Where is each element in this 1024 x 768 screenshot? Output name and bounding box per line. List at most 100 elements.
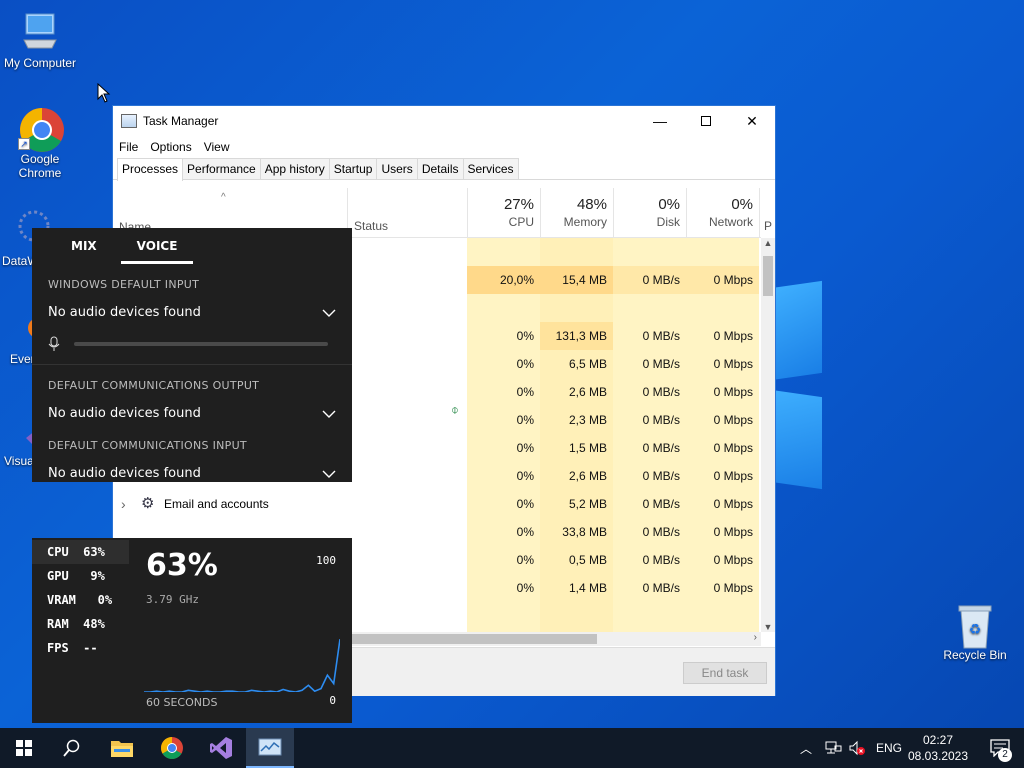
gear-icon: ⚙ <box>141 495 155 512</box>
cell-cpu: 0% <box>516 357 534 371</box>
chrome-icon: ↗ <box>18 106 64 152</box>
end-task-button[interactable]: End task <box>683 662 767 684</box>
desktop-icon-my-computer[interactable]: My Computer <box>0 10 80 70</box>
column-status[interactable]: Status <box>347 188 467 238</box>
metric-ram[interactable]: RAM 48% <box>32 612 129 636</box>
metric-vram[interactable]: VRAM 0% <box>32 588 129 612</box>
cell-net: 0 Mbps <box>713 329 753 343</box>
close-icon: ✕ <box>746 112 758 129</box>
taskbar-task-manager[interactable] <box>246 728 294 768</box>
column-power[interactable]: P <box>759 188 772 238</box>
taskbar-chrome[interactable] <box>148 728 196 768</box>
metric-gpu[interactable]: GPU 9% <box>32 564 129 588</box>
default-communications-input-dropdown[interactable]: No audio devices found <box>48 466 336 481</box>
cell-net: 0 Mbps <box>713 525 753 539</box>
scroll-thumb[interactable] <box>763 256 773 296</box>
desktop-icon-recycle-bin[interactable]: ♻ Recycle Bin <box>935 602 1015 662</box>
section-heading: DEFAULT COMMUNICATIONS OUTPUT <box>48 379 260 392</box>
taskbar-file-explorer[interactable] <box>98 728 146 768</box>
tab-processes[interactable]: Processes <box>117 158 184 181</box>
tab-users[interactable]: Users <box>376 158 418 179</box>
cell-net: 0 Mbps <box>713 581 753 595</box>
cell-disk: 0 MB/s <box>642 329 680 343</box>
taskbar-visual-studio[interactable] <box>197 728 245 768</box>
cell-mem: 131,3 MB <box>540 322 613 350</box>
cell-mem: 15,4 MB <box>540 266 613 294</box>
network-icon[interactable] <box>824 740 842 756</box>
close-button[interactable]: ✕ <box>729 106 775 136</box>
tab-details[interactable]: Details <box>416 158 464 179</box>
scroll-up-icon: ▲ <box>763 238 773 248</box>
cell-disk: 0 MB/s <box>642 385 680 399</box>
tab-performance[interactable]: Performance <box>182 158 261 179</box>
shortcut-arrow-icon: ↗ <box>18 138 30 150</box>
cell-net: 0 Mbps <box>686 266 759 294</box>
clock[interactable]: 02:27 08.03.2023 <box>903 732 973 764</box>
minimize-icon: — <box>653 113 667 129</box>
tab-strip: Processes Performance App history Startu… <box>113 158 775 181</box>
cell-mem: 2,3 MB <box>568 413 607 427</box>
tab-app-history[interactable]: App history <box>259 158 330 179</box>
tray-overflow-chevron-icon[interactable]: ︿ <box>800 740 818 757</box>
audio-tab-voice[interactable]: VOICE <box>120 239 194 264</box>
column-network[interactable]: 0% Network <box>686 188 759 238</box>
cell-mem: 0,5 MB <box>568 553 607 567</box>
tab-startup[interactable]: Startup <box>328 158 378 179</box>
cell-cpu: 0% <box>516 581 534 595</box>
tab-services[interactable]: Services <box>462 158 519 179</box>
menu-view[interactable]: View <box>204 140 230 154</box>
metric-cpu[interactable]: CPU 63% <box>32 540 129 564</box>
column-disk[interactable]: 0% Disk <box>613 188 686 238</box>
default-communications-output-section: DEFAULT COMMUNICATIONS OUTPUT No audio d… <box>32 379 352 421</box>
expand-chevron-icon[interactable]: › <box>121 490 126 518</box>
taskbar: ︿ ENG 02:27 08.03.2023 2 <box>0 728 1024 768</box>
search-button[interactable] <box>48 728 96 768</box>
network-total: 0% <box>731 196 753 213</box>
audio-tab-mix[interactable]: MIX <box>71 239 97 253</box>
cell-disk <box>613 294 686 322</box>
language-indicator[interactable]: ENG <box>876 741 902 755</box>
windows-default-input-dropdown[interactable]: No audio devices found <box>48 305 336 320</box>
performance-metric-list: CPU 63% GPU 9% VRAM 0% RAM 48% FPS -- <box>32 540 129 660</box>
cell-mem <box>540 238 613 266</box>
menu-file[interactable]: File <box>119 140 138 154</box>
chrome-icon <box>161 737 183 759</box>
svg-text:♻: ♻ <box>969 622 982 638</box>
title-bar[interactable]: Task Manager — ✕ <box>113 106 775 136</box>
section-heading: WINDOWS DEFAULT INPUT <box>48 278 200 291</box>
cell-net: 0 Mbps <box>713 385 753 399</box>
start-button[interactable] <box>0 728 48 768</box>
metric-fps[interactable]: FPS -- <box>32 636 129 660</box>
column-memory[interactable]: 48% Memory <box>540 188 613 238</box>
system-tray: ︿ ENG <box>800 728 902 768</box>
vertical-scrollbar[interactable]: ▲ ▼ <box>761 238 775 632</box>
performance-overlay-panel: CPU 63% GPU 9% VRAM 0% RAM 48% FPS -- 63… <box>32 538 352 723</box>
maximize-icon <box>701 116 711 126</box>
microphone-icon <box>48 336 60 351</box>
table-row[interactable]: › ⚙ Email and accounts 0% 5,2 MB 0 MB/s 0 Mbps <box>113 490 761 518</box>
menu-options[interactable]: Options <box>150 140 191 154</box>
column-cpu[interactable]: 27% CPU <box>467 188 540 238</box>
section-heading: DEFAULT COMMUNICATIONS INPUT <box>48 439 247 452</box>
folder-icon <box>111 741 133 757</box>
cell-mem <box>540 294 613 322</box>
audio-tabs: MIX VOICE <box>32 228 352 264</box>
cell-mem: 2,6 MB <box>568 469 607 483</box>
notification-count: 2 <box>998 748 1012 762</box>
cell-mem: 1,4 MB <box>568 581 607 595</box>
cpu-total: 27% <box>503 196 534 213</box>
minimize-button[interactable]: — <box>637 106 683 136</box>
action-center-button[interactable]: 2 <box>976 728 1024 768</box>
desktop-icon-google-chrome[interactable]: ↗ Google Chrome <box>0 106 80 180</box>
maximize-button[interactable] <box>683 106 729 136</box>
default-communications-output-dropdown[interactable]: No audio devices found <box>48 406 336 421</box>
cell-mem: 33,8 MB <box>562 525 607 539</box>
cpu-usage-line <box>144 638 340 692</box>
audio-overlay-panel: MIX VOICE WINDOWS DEFAULT INPUT No audio… <box>32 228 352 482</box>
windows-default-input-section: WINDOWS DEFAULT INPUT No audio devices f… <box>32 278 352 352</box>
scroll-thumb-horizontal[interactable] <box>343 634 597 644</box>
cpu-usage-value: 63% <box>146 548 218 583</box>
memory-total: 48% <box>576 196 607 213</box>
chevron-down-icon <box>322 410 336 418</box>
volume-muted-icon[interactable] <box>848 740 866 756</box>
